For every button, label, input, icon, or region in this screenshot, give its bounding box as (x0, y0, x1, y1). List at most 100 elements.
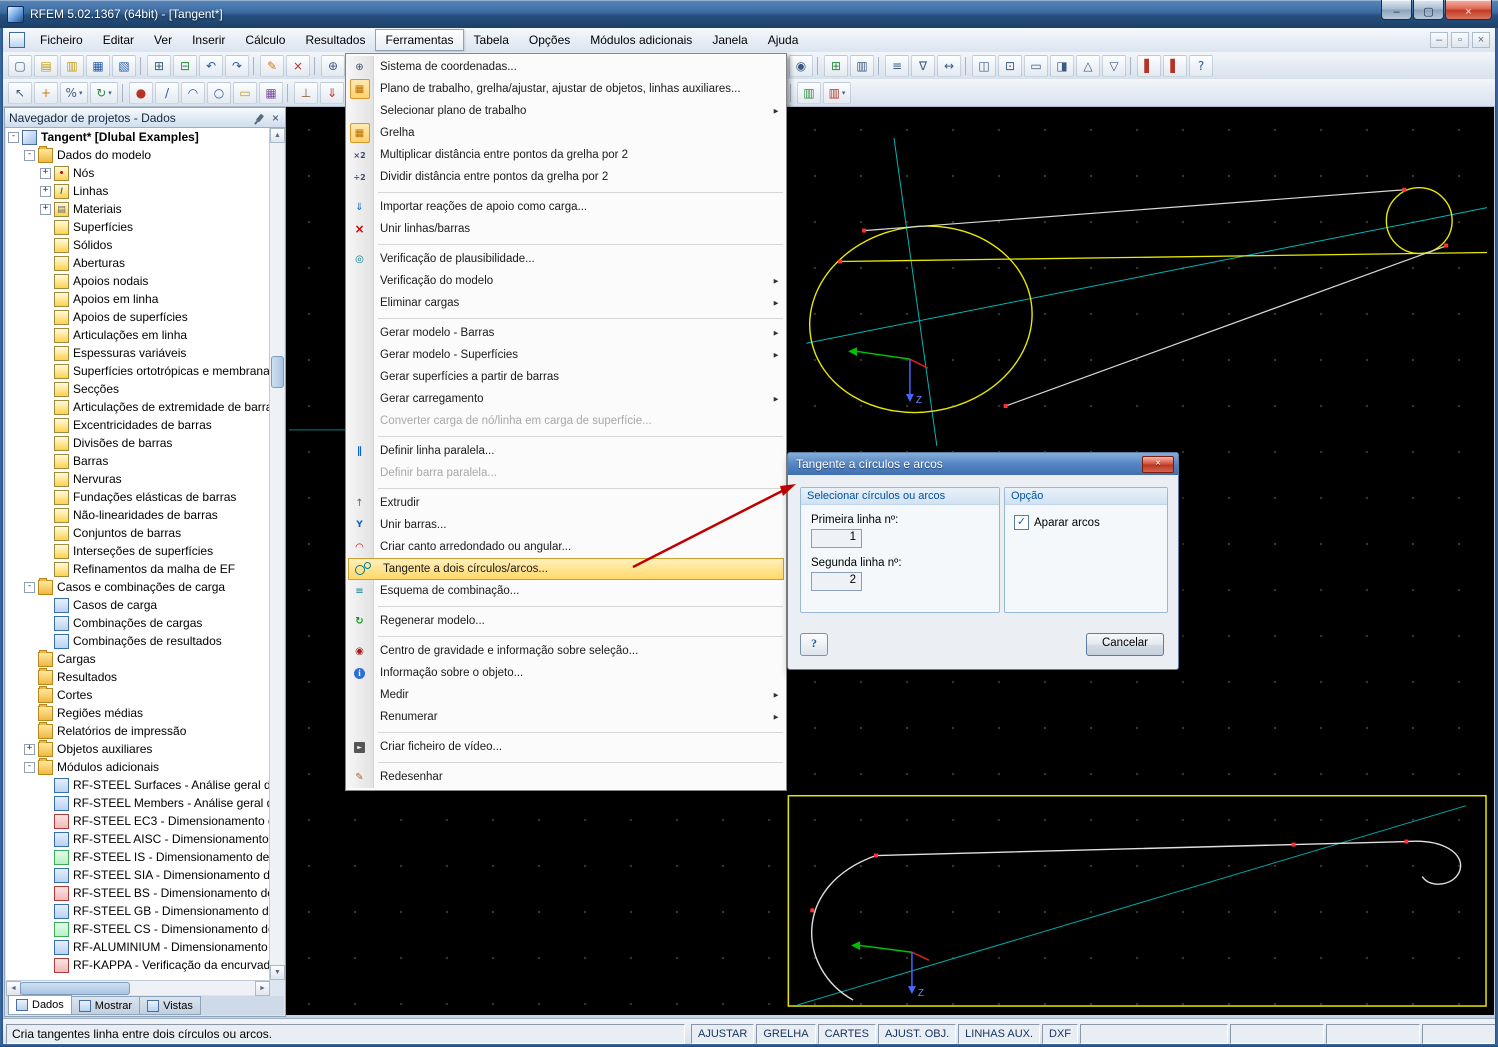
copy-button[interactable]: ⊞ (147, 54, 171, 77)
menubar-item[interactable]: Módulos adicionais (580, 29, 702, 51)
scroll-left-icon[interactable]: ◄ (6, 981, 21, 996)
menu-item[interactable] (346, 432, 786, 440)
tree-item[interactable]: Articulações de extremidade de barra (6, 398, 270, 416)
tree-item[interactable]: RF-STEEL CS - Dimensionamento de barras (6, 920, 270, 938)
status-toggle[interactable]: AJUSTAR (691, 1023, 755, 1044)
tree-item[interactable]: RF-STEEL BS - Dimensionamento de barras (6, 884, 270, 902)
tree-expander[interactable] (40, 330, 51, 341)
menubar-item[interactable]: Cálculo (235, 29, 295, 51)
tree-expander[interactable] (40, 870, 51, 881)
tree-item[interactable]: Cortes (6, 686, 270, 704)
tree-expander[interactable] (40, 564, 51, 575)
navigator-close-icon[interactable]: × (270, 112, 281, 124)
tree-expander[interactable] (40, 402, 51, 413)
tree-expander[interactable] (24, 690, 35, 701)
mirror-button[interactable]: ◨ (1050, 54, 1074, 77)
menu-item[interactable] (346, 758, 786, 766)
status-toggle[interactable]: LINHAS AUX. (958, 1023, 1041, 1044)
first-line-field[interactable]: 1 (811, 529, 862, 548)
tree-expander[interactable] (40, 366, 51, 377)
menu-item[interactable]: Verificação de plausibilidade... (346, 248, 786, 270)
tree-item[interactable]: Apoios em linha (6, 290, 270, 308)
menu-item[interactable]: Gerar modelo - Barras (346, 322, 786, 344)
tree-item[interactable]: Fundações elásticas de barras (6, 488, 270, 506)
toolbar-button[interactable] (314, 56, 317, 75)
menu-item[interactable]: Gerar modelo - Superfícies (346, 344, 786, 366)
edit-button[interactable]: ✎ (260, 54, 284, 77)
menu-item[interactable]: Dividir distância entre pontos da grelha… (346, 166, 786, 188)
menu-item[interactable]: Extrudir (346, 492, 786, 514)
tree-item[interactable]: Barras (6, 452, 270, 470)
tree-item[interactable]: + Objetos auxiliares (6, 740, 270, 758)
menubar-item[interactable]: Ficheiro (30, 29, 93, 51)
pdf-3d-button[interactable]: ▌ (1163, 54, 1187, 77)
tree-item[interactable]: Aberturas (6, 254, 270, 272)
menubar-item[interactable]: Janela (702, 29, 757, 51)
tree-item[interactable]: Relatórios de impressão (6, 722, 270, 740)
tree-expander[interactable] (40, 510, 51, 521)
delete-button[interactable]: × (286, 54, 310, 77)
tree-expander[interactable] (24, 654, 35, 665)
menu-item[interactable]: Tangente a dois círculos/arcos... (348, 558, 784, 580)
tree-item[interactable]: Espessuras variáveis (6, 344, 270, 362)
open-file-button[interactable]: ▤ (34, 54, 58, 77)
menubar-item[interactable]: Ferramentas (375, 29, 464, 51)
tree-expander[interactable] (40, 222, 51, 233)
menu-item[interactable] (346, 632, 786, 640)
tree-item[interactable]: RF-STEEL Members - Análise geral de tens… (6, 794, 270, 812)
table-show-button[interactable]: ⊞ (824, 54, 848, 77)
tree-item[interactable]: Superfícies (6, 218, 270, 236)
regenerate-button[interactable]: ↻ (90, 81, 118, 104)
tree-item[interactable]: RF-ALUMINIUM - Dimensionamento de barras (6, 938, 270, 956)
dialog-cancel-button[interactable]: Cancelar (1086, 633, 1164, 656)
print-button[interactable]: ▧ (112, 54, 136, 77)
menu-item[interactable]: Unir linhas/barras (346, 218, 786, 240)
menubar-item[interactable]: Ver (144, 29, 182, 51)
mdi-minimize-button[interactable]: – (1430, 32, 1448, 48)
menu-item[interactable]: Unir barras... (346, 514, 786, 536)
tree-item[interactable]: Casos de carga (6, 596, 270, 614)
tree-item[interactable]: Apoios nodais (6, 272, 270, 290)
tree-item[interactable]: RF-STEEL GB - Dimensionamento de barras (6, 902, 270, 920)
menu-item[interactable]: Renumerar (346, 706, 786, 728)
status-toggle[interactable]: DXF (1042, 1023, 1079, 1044)
tree-expander[interactable] (40, 456, 51, 467)
menubar-item[interactable]: Inserir (182, 29, 235, 51)
tree-expander[interactable] (40, 294, 51, 305)
scroll-right-icon[interactable]: ► (255, 981, 270, 996)
axes-button[interactable]: ⊡ (998, 54, 1022, 77)
menu-item[interactable]: Plano de trabalho, grelha/ajustar, ajust… (346, 78, 786, 100)
scrollbar-thumb[interactable] (20, 982, 130, 995)
tree-expander[interactable]: - (24, 581, 35, 593)
menu-item[interactable]: Gerar carregamento (346, 388, 786, 410)
menu-item[interactable]: Gerar superfícies a partir de barras (346, 366, 786, 388)
zoom-in-button[interactable]: ⊕ (321, 54, 345, 77)
menu-item[interactable] (346, 484, 786, 492)
trim-arcs-checkbox[interactable]: ✓ (1014, 515, 1029, 530)
tree-item[interactable]: Combinações de cargas (6, 614, 270, 632)
tree-expander[interactable] (40, 924, 51, 935)
tree-expander[interactable] (40, 834, 51, 845)
menu-item[interactable]: Importar reações de apoio como carga... (346, 196, 786, 218)
tables-button[interactable]: ⊟ (173, 54, 197, 77)
tree-item[interactable]: RF-STEEL EC3 - Dimensionamento de barras (6, 812, 270, 830)
tree-expander[interactable] (40, 780, 51, 791)
print-preview-button[interactable]: ▥ (850, 54, 874, 77)
toolbar-button[interactable] (790, 83, 793, 102)
tree-item[interactable]: RF-STEEL SIA - Dimensionamento de barras (6, 866, 270, 884)
tree-item[interactable]: - Tangent* [Dlubal Examples] (6, 128, 270, 146)
new-circle-button[interactable]: ○ (207, 81, 231, 104)
menu-item[interactable]: Medir (346, 684, 786, 706)
redo-button[interactable]: ↷ (225, 54, 249, 77)
select-arrow-button[interactable]: ↖ (8, 81, 32, 104)
toolbar-button[interactable] (965, 56, 968, 75)
import-button[interactable]: ▥ (60, 54, 84, 77)
plane-button[interactable]: ▭ (1024, 54, 1048, 77)
filter-button[interactable]: ∇ (911, 54, 935, 77)
new-load-button[interactable]: ⇓ (320, 81, 344, 104)
menu-item[interactable]: Selecionar plano de trabalho (346, 100, 786, 122)
tree-item[interactable]: Articulações em linha (6, 326, 270, 344)
tree-expander[interactable] (40, 438, 51, 449)
tree-item[interactable]: RF-STEEL IS - Dimensionamento de barras (6, 848, 270, 866)
menubar-item[interactable]: Ajuda (758, 29, 809, 51)
